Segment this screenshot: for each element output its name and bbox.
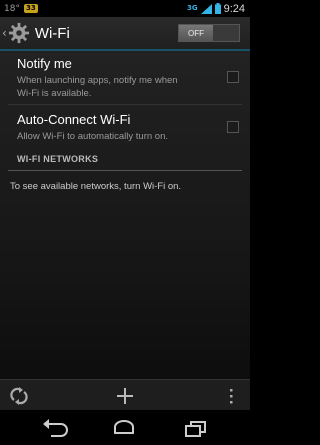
divider <box>8 104 242 105</box>
pref-notify-me[interactable]: Notify me When launching apps, notify me… <box>17 56 237 100</box>
add-icon[interactable] <box>114 385 136 407</box>
scan-icon[interactable] <box>9 386 29 406</box>
clock: 9:24 <box>223 2 245 15</box>
status-bar: 18° 33 3G 9:24 <box>0 0 250 17</box>
action-bar: ‹ Wi-Fi OFF <box>0 17 250 49</box>
pref-title: Auto-Connect Wi-Fi <box>17 112 131 127</box>
section-header-networks: WI-FI NETWORKS <box>17 154 99 164</box>
overflow-menu-icon[interactable] <box>226 386 236 406</box>
recents-icon[interactable] <box>180 417 210 439</box>
pref-auto-connect[interactable]: Auto-Connect Wi-Fi Allow Wi-Fi to automa… <box>17 112 237 143</box>
navigation-bar <box>0 410 250 445</box>
home-icon[interactable] <box>109 417 139 439</box>
bottom-action-bar <box>0 379 250 410</box>
battery-icon <box>214 3 221 14</box>
back-icon[interactable] <box>39 417 69 439</box>
toggle-off-label: OFF <box>179 25 213 41</box>
empty-networks-message: To see available networks, turn Wi-Fi on… <box>10 181 182 192</box>
notification-badge: 33 <box>23 4 38 13</box>
wifi-toggle[interactable]: OFF <box>178 24 240 42</box>
temperature-text: 18° <box>4 3 20 14</box>
notify-me-checkbox[interactable] <box>227 71 239 83</box>
settings-gear-icon[interactable] <box>8 22 30 44</box>
page-title: Wi-Fi <box>34 24 70 42</box>
signal-icon <box>200 3 212 14</box>
settings-list: Notify me When launching apps, notify me… <box>0 51 250 379</box>
up-navigation-icon[interactable]: ‹ <box>2 26 7 40</box>
section-divider <box>8 170 242 171</box>
network-type-label: 3G <box>186 4 198 12</box>
auto-connect-checkbox[interactable] <box>227 121 239 133</box>
pref-title: Notify me <box>17 56 72 71</box>
pref-summary: When launching apps, notify me when Wi-F… <box>17 75 178 99</box>
toggle-track <box>213 25 239 41</box>
pref-summary: Allow Wi-Fi to automatically turn on. <box>17 131 168 142</box>
